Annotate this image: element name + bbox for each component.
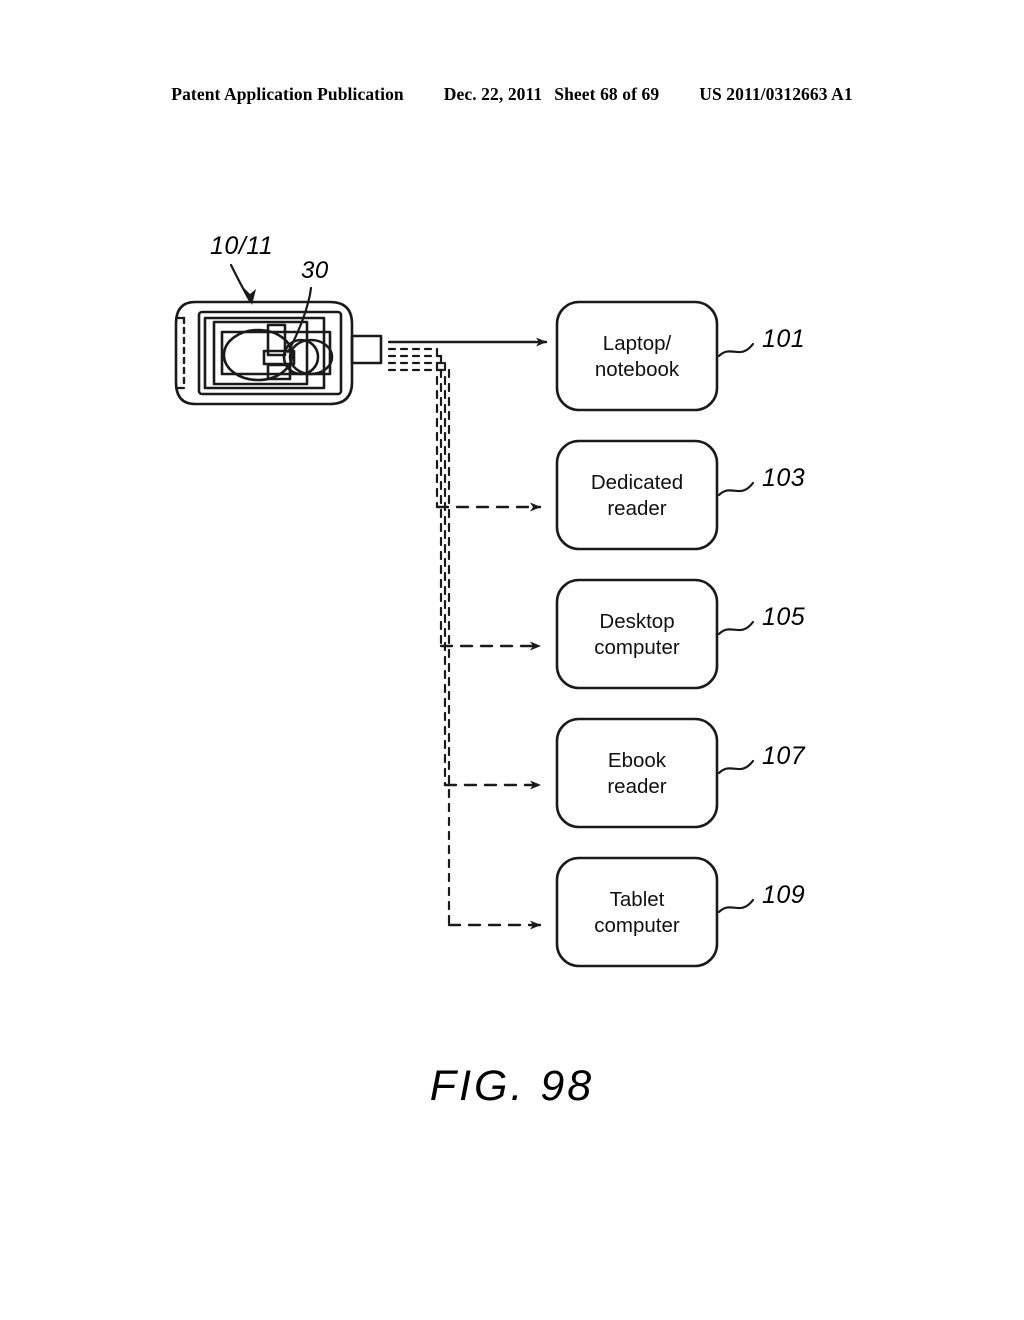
reference-number-101: 101 xyxy=(762,325,806,353)
reference-leader-lines xyxy=(717,342,755,914)
target-box-dedicated-reader[interactable] xyxy=(555,439,719,551)
target-box-desktop-computer[interactable] xyxy=(555,578,719,690)
reference-number-105: 105 xyxy=(762,603,806,631)
reference-number-inner-component: 30 xyxy=(301,257,329,284)
patent-figure: Laptop/ notebook Dedicated reader Deskto… xyxy=(0,0,1024,1320)
device-housing xyxy=(174,300,383,406)
reference-number-103: 103 xyxy=(762,464,806,492)
figure-drawing xyxy=(174,263,755,968)
target-box-ebook-reader[interactable] xyxy=(555,717,719,829)
reference-number-107: 107 xyxy=(762,742,806,770)
bus-vertical-lines xyxy=(435,347,451,927)
figure-caption: FIG. 98 xyxy=(429,1062,595,1110)
reference-number-109: 109 xyxy=(762,881,806,909)
target-box-laptop-notebook[interactable] xyxy=(555,300,719,412)
reference-number-device: 10/11 xyxy=(210,232,274,260)
leader-device-ref xyxy=(229,263,256,305)
target-box-tablet-computer[interactable] xyxy=(555,856,719,968)
